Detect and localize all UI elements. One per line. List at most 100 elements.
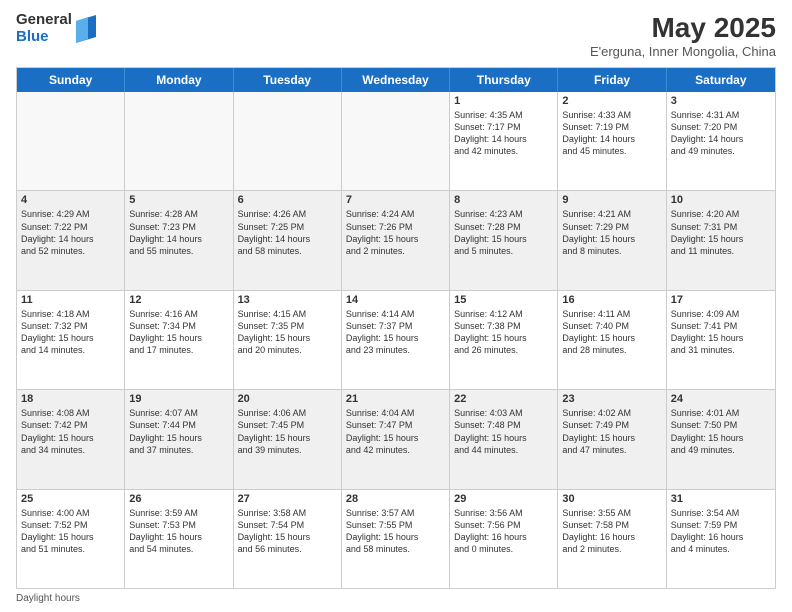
cell-info: Sunrise: 4:20 AM Sunset: 7:31 PM Dayligh… <box>671 208 771 257</box>
cell-info: Sunrise: 4:03 AM Sunset: 7:48 PM Dayligh… <box>454 407 553 456</box>
cell-info: Sunrise: 4:02 AM Sunset: 7:49 PM Dayligh… <box>562 407 661 456</box>
cell-info: Sunrise: 4:12 AM Sunset: 7:38 PM Dayligh… <box>454 308 553 357</box>
calendar-cell: 2 Sunrise: 4:33 AM Sunset: 7:19 PM Daylig… <box>558 92 666 190</box>
cell-info: Sunrise: 4:15 AM Sunset: 7:35 PM Dayligh… <box>238 308 337 357</box>
calendar-cell: 19 Sunrise: 4:07 AM Sunset: 7:44 PM Dayli… <box>125 390 233 488</box>
day-number: 19 <box>129 393 228 405</box>
cell-info: Sunrise: 4:28 AM Sunset: 7:23 PM Dayligh… <box>129 208 228 257</box>
day-number: 16 <box>562 294 661 306</box>
calendar-cell: 16 Sunrise: 4:11 AM Sunset: 7:40 PM Dayli… <box>558 291 666 389</box>
day-number: 2 <box>562 95 661 107</box>
calendar-cell: 26 Sunrise: 3:59 AM Sunset: 7:53 PM Dayli… <box>125 490 233 588</box>
calendar-cell: 29Sunrise: 3:56 AM Sunset: 7:56 PM Dayli… <box>450 490 558 588</box>
calendar-cell: 30 Sunrise: 3:55 AM Sunset: 7:58 PM Dayli… <box>558 490 666 588</box>
cell-info: Sunrise: 4:11 AM Sunset: 7:40 PM Dayligh… <box>562 308 661 357</box>
calendar-cell: 20 Sunrise: 4:06 AM Sunset: 7:45 PM Dayli… <box>234 390 342 488</box>
calendar-cell: 23Sunrise: 4:02 AM Sunset: 7:49 PM Dayli… <box>558 390 666 488</box>
day-number: 4 <box>21 194 120 206</box>
calendar-row: 11 Sunrise: 4:18 AM Sunset: 7:32 PM Dayli… <box>17 291 775 390</box>
day-number: 21 <box>346 393 445 405</box>
logo-blue: Blue <box>16 29 72 46</box>
day-number: 24 <box>671 393 771 405</box>
logo-icon <box>76 15 96 43</box>
calendar-cell: 24Sunrise: 4:01 AM Sunset: 7:50 PM Dayli… <box>667 390 775 488</box>
day-number: 7 <box>346 194 445 206</box>
footer: Daylight hours <box>16 593 776 604</box>
calendar-cell <box>234 92 342 190</box>
cell-info: Sunrise: 4:23 AM Sunset: 7:28 PM Dayligh… <box>454 208 553 257</box>
calendar-cell: 18 Sunrise: 4:08 AM Sunset: 7:42 PM Dayli… <box>17 390 125 488</box>
day-header-saturday: Saturday <box>667 68 775 92</box>
day-number: 27 <box>238 493 337 505</box>
day-headers: SundayMondayTuesdayWednesdayThursdayFrid… <box>17 68 775 92</box>
cell-info: Sunrise: 3:59 AM Sunset: 7:53 PM Dayligh… <box>129 507 228 556</box>
day-number: 9 <box>562 194 661 206</box>
location: E'erguna, Inner Mongolia, China <box>590 44 776 59</box>
cell-info: Sunrise: 3:56 AM Sunset: 7:56 PM Dayligh… <box>454 507 553 556</box>
cell-info: Sunrise: 4:26 AM Sunset: 7:25 PM Dayligh… <box>238 208 337 257</box>
calendar-row: 1 Sunrise: 4:35 AM Sunset: 7:17 PM Daylig… <box>17 92 775 191</box>
calendar-cell: 17Sunrise: 4:09 AM Sunset: 7:41 PM Dayli… <box>667 291 775 389</box>
cell-info: Sunrise: 3:57 AM Sunset: 7:55 PM Dayligh… <box>346 507 445 556</box>
calendar-grid: 1 Sunrise: 4:35 AM Sunset: 7:17 PM Daylig… <box>17 92 775 588</box>
cell-info: Sunrise: 4:00 AM Sunset: 7:52 PM Dayligh… <box>21 507 120 556</box>
cell-info: Sunrise: 4:33 AM Sunset: 7:19 PM Dayligh… <box>562 109 661 158</box>
cell-info: Sunrise: 3:55 AM Sunset: 7:58 PM Dayligh… <box>562 507 661 556</box>
title-block: May 2025 E'erguna, Inner Mongolia, China <box>590 12 776 59</box>
day-header-wednesday: Wednesday <box>342 68 450 92</box>
calendar-cell: 31 Sunrise: 3:54 AM Sunset: 7:59 PM Dayli… <box>667 490 775 588</box>
day-number: 10 <box>671 194 771 206</box>
calendar-cell <box>342 92 450 190</box>
calendar-cell: 8 Sunrise: 4:23 AM Sunset: 7:28 PM Daylig… <box>450 191 558 289</box>
calendar-cell: 5 Sunrise: 4:28 AM Sunset: 7:23 PM Daylig… <box>125 191 233 289</box>
cell-info: Sunrise: 4:29 AM Sunset: 7:22 PM Dayligh… <box>21 208 120 257</box>
header: General Blue May 2025 E'erguna, Inner Mo… <box>16 12 776 59</box>
calendar-cell: 15 Sunrise: 4:12 AM Sunset: 7:38 PM Dayli… <box>450 291 558 389</box>
day-number: 26 <box>129 493 228 505</box>
calendar-cell: 27 Sunrise: 3:58 AM Sunset: 7:54 PM Dayli… <box>234 490 342 588</box>
calendar-cell: 9 Sunrise: 4:21 AM Sunset: 7:29 PM Daylig… <box>558 191 666 289</box>
calendar-row: 4 Sunrise: 4:29 AM Sunset: 7:22 PM Daylig… <box>17 191 775 290</box>
logo-general: General <box>16 12 72 29</box>
day-number: 13 <box>238 294 337 306</box>
day-number: 22 <box>454 393 553 405</box>
day-number: 14 <box>346 294 445 306</box>
day-number: 15 <box>454 294 553 306</box>
cell-info: Sunrise: 4:06 AM Sunset: 7:45 PM Dayligh… <box>238 407 337 456</box>
cell-info: Sunrise: 4:35 AM Sunset: 7:17 PM Dayligh… <box>454 109 553 158</box>
calendar-row: 18 Sunrise: 4:08 AM Sunset: 7:42 PM Dayli… <box>17 390 775 489</box>
day-number: 6 <box>238 194 337 206</box>
calendar-cell: 13 Sunrise: 4:15 AM Sunset: 7:35 PM Dayli… <box>234 291 342 389</box>
day-header-thursday: Thursday <box>450 68 558 92</box>
calendar-cell: 6 Sunrise: 4:26 AM Sunset: 7:25 PM Daylig… <box>234 191 342 289</box>
day-header-tuesday: Tuesday <box>234 68 342 92</box>
day-number: 20 <box>238 393 337 405</box>
calendar-cell <box>17 92 125 190</box>
cell-info: Sunrise: 4:09 AM Sunset: 7:41 PM Dayligh… <box>671 308 771 357</box>
logo: General Blue <box>16 12 96 45</box>
cell-info: Sunrise: 4:21 AM Sunset: 7:29 PM Dayligh… <box>562 208 661 257</box>
calendar-cell: 28Sunrise: 3:57 AM Sunset: 7:55 PM Dayli… <box>342 490 450 588</box>
day-number: 1 <box>454 95 553 107</box>
cell-info: Sunrise: 3:58 AM Sunset: 7:54 PM Dayligh… <box>238 507 337 556</box>
day-number: 31 <box>671 493 771 505</box>
calendar-cell: 10 Sunrise: 4:20 AM Sunset: 7:31 PM Dayli… <box>667 191 775 289</box>
cell-info: Sunrise: 4:16 AM Sunset: 7:34 PM Dayligh… <box>129 308 228 357</box>
cell-info: Sunrise: 4:18 AM Sunset: 7:32 PM Dayligh… <box>21 308 120 357</box>
cell-info: Sunrise: 3:54 AM Sunset: 7:59 PM Dayligh… <box>671 507 771 556</box>
day-number: 11 <box>21 294 120 306</box>
cell-info: Sunrise: 4:08 AM Sunset: 7:42 PM Dayligh… <box>21 407 120 456</box>
day-header-monday: Monday <box>125 68 233 92</box>
calendar-cell: 3Sunrise: 4:31 AM Sunset: 7:20 PM Daylig… <box>667 92 775 190</box>
cell-info: Sunrise: 4:07 AM Sunset: 7:44 PM Dayligh… <box>129 407 228 456</box>
calendar-cell: 21Sunrise: 4:04 AM Sunset: 7:47 PM Dayli… <box>342 390 450 488</box>
day-number: 18 <box>21 393 120 405</box>
calendar-cell: 12Sunrise: 4:16 AM Sunset: 7:34 PM Dayli… <box>125 291 233 389</box>
calendar-cell: 11 Sunrise: 4:18 AM Sunset: 7:32 PM Dayli… <box>17 291 125 389</box>
day-number: 30 <box>562 493 661 505</box>
cell-info: Sunrise: 4:14 AM Sunset: 7:37 PM Dayligh… <box>346 308 445 357</box>
page: General Blue May 2025 E'erguna, Inner Mo… <box>0 0 792 612</box>
day-header-sunday: Sunday <box>17 68 125 92</box>
day-number: 5 <box>129 194 228 206</box>
day-number: 8 <box>454 194 553 206</box>
